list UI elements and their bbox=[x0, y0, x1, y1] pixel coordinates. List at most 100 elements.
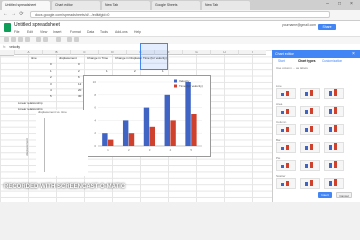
tab-start[interactable]: Start bbox=[278, 59, 285, 63]
menu-help[interactable]: Help bbox=[134, 30, 141, 34]
menu-tools[interactable]: Tools bbox=[100, 30, 108, 34]
menu-format[interactable]: Format bbox=[70, 30, 81, 34]
percent-icon[interactable] bbox=[43, 37, 48, 42]
browser-tab[interactable]: Untitled spreadsheet bbox=[2, 1, 50, 10]
table-cell[interactable]: 12 bbox=[78, 82, 81, 86]
chart-types-subtitle: Use column ... as labels bbox=[276, 66, 308, 70]
legend-label: Time (for velocity) bbox=[179, 84, 203, 88]
minimize-button[interactable]: – bbox=[323, 1, 332, 8]
table-cell[interactable]: 1 bbox=[162, 69, 164, 73]
menu-file[interactable]: File bbox=[14, 30, 19, 34]
thumbnail-mark bbox=[334, 143, 337, 150]
forward-icon[interactable]: → bbox=[10, 11, 17, 18]
tab-customization[interactable]: Customization bbox=[322, 59, 342, 63]
table-cell[interactable]: 2 bbox=[50, 75, 52, 79]
table-header-cell[interactable]: Time (for velocity) bbox=[143, 56, 170, 60]
menu-data[interactable]: Data bbox=[87, 30, 94, 34]
chart-type-thumbnail[interactable] bbox=[324, 124, 344, 135]
cancel-button[interactable]: Cancel bbox=[336, 192, 352, 198]
chart-type-thumbnail[interactable] bbox=[324, 142, 344, 153]
chart-type-thumbnail[interactable] bbox=[276, 160, 296, 171]
redo-icon[interactable] bbox=[18, 37, 23, 42]
table-header-cell[interactable]: Change in Time bbox=[87, 56, 114, 60]
chart-type-thumbnail[interactable] bbox=[300, 178, 320, 189]
account-email[interactable]: yourname@gmail.com bbox=[282, 23, 316, 27]
table-cell[interactable]: 4 bbox=[50, 88, 52, 92]
print-icon[interactable] bbox=[4, 37, 9, 42]
corner-cell[interactable] bbox=[0, 50, 14, 56]
browser-tab[interactable]: New Tab bbox=[102, 1, 150, 10]
table-cell[interactable]: 1 bbox=[106, 69, 108, 73]
font-size-icon[interactable] bbox=[56, 37, 61, 42]
share-button[interactable]: Share bbox=[318, 24, 336, 30]
thumbnail-mark bbox=[334, 125, 337, 132]
x-tick-label: 2 bbox=[128, 148, 130, 152]
address-bar[interactable]: docs.google.com/spreadsheets/d/.../edit#… bbox=[30, 11, 330, 18]
chart-type-thumbnail[interactable] bbox=[324, 106, 344, 117]
chart-type-thumbnail[interactable] bbox=[300, 142, 320, 153]
insert-button[interactable]: Insert bbox=[318, 192, 332, 198]
table-cell[interactable]: 2 bbox=[78, 69, 80, 73]
table-cell[interactable]: 5 bbox=[50, 94, 52, 98]
thumbnail-mark bbox=[281, 93, 284, 96]
table-cell[interactable]: 6 bbox=[78, 75, 80, 79]
menu-add-ons[interactable]: Add-ons bbox=[115, 30, 128, 34]
thumbnail-mark bbox=[334, 161, 337, 168]
table-header-cell[interactable]: Change in Displacement bbox=[115, 56, 142, 60]
chart-type-thumbnail[interactable] bbox=[300, 124, 320, 135]
column-header[interactable]: I bbox=[238, 50, 266, 55]
column-header[interactable]: D bbox=[98, 50, 126, 55]
table-cell[interactable]: 2 bbox=[134, 69, 136, 73]
browser-tab[interactable]: Chart editor bbox=[52, 1, 100, 10]
italic-icon[interactable] bbox=[74, 37, 79, 42]
chart-type-thumbnail[interactable] bbox=[300, 88, 320, 99]
thumbnail-mark bbox=[329, 145, 332, 150]
bold-icon[interactable] bbox=[67, 37, 72, 42]
table-header-cell[interactable]: time bbox=[31, 56, 58, 60]
reload-icon[interactable]: ⟳ bbox=[18, 11, 25, 18]
menu-edit[interactable]: Edit bbox=[27, 30, 33, 34]
table-cell[interactable]: 20 bbox=[78, 88, 81, 92]
chart-type-thumbnail[interactable] bbox=[276, 124, 296, 135]
currency-icon[interactable] bbox=[36, 37, 41, 42]
chart-type-thumbnail[interactable] bbox=[324, 178, 344, 189]
table-header-cell[interactable]: displacement bbox=[59, 56, 86, 60]
displacement-chart[interactable]: displacement vs. time displacement bbox=[25, 110, 88, 176]
paint-format-icon[interactable] bbox=[25, 37, 30, 42]
undo-icon[interactable] bbox=[11, 37, 16, 42]
note-cell[interactable]: Linear relationship bbox=[18, 101, 43, 105]
chart-type-thumbnail[interactable] bbox=[276, 88, 296, 99]
maximize-button[interactable]: □ bbox=[335, 1, 344, 8]
column-header[interactable]: B bbox=[42, 50, 70, 55]
close-panel-icon[interactable]: × bbox=[352, 51, 355, 57]
chart-type-thumbnail[interactable] bbox=[300, 106, 320, 117]
table-cell[interactable]: 30 bbox=[78, 94, 81, 98]
menu-view[interactable]: View bbox=[40, 30, 47, 34]
menu-insert[interactable]: Insert bbox=[53, 30, 61, 34]
screencast-watermark: RECORDED WITH SCREENCAST-O-MATIC bbox=[4, 184, 126, 190]
column-header[interactable]: H bbox=[210, 50, 238, 55]
chart-type-thumbnail[interactable] bbox=[324, 160, 344, 171]
chart-type-thumbnail[interactable] bbox=[324, 88, 344, 99]
table-cell[interactable]: 0 bbox=[78, 62, 80, 66]
sheets-logo-icon[interactable] bbox=[4, 23, 11, 32]
back-icon[interactable]: ← bbox=[2, 11, 9, 18]
browser-tab[interactable]: Google Sheets bbox=[152, 1, 200, 10]
thumbnail-mark bbox=[329, 163, 332, 168]
browser-tab[interactable]: New Tab bbox=[202, 1, 250, 10]
close-window-button[interactable]: × bbox=[347, 1, 356, 8]
table-cell[interactable]: 0 bbox=[50, 62, 52, 66]
table-cell[interactable]: 3 bbox=[50, 82, 52, 86]
chart-type-thumbnail[interactable] bbox=[276, 142, 296, 153]
chart-type-thumbnail[interactable] bbox=[276, 106, 296, 117]
tab-chart-types[interactable]: Chart types bbox=[298, 59, 316, 63]
document-title[interactable]: Untitled spreadsheet bbox=[14, 22, 60, 28]
column-header[interactable]: G bbox=[182, 50, 210, 55]
chart-type-thumbnail[interactable] bbox=[300, 160, 320, 171]
chart-type-thumbnail[interactable] bbox=[276, 178, 296, 189]
column-header[interactable]: A bbox=[14, 50, 42, 55]
velocity-column-chart[interactable]: 0 2 4 6 8 10 1 2 3 4 5 Velocity Time (for velocity) bbox=[83, 75, 211, 157]
column-header[interactable]: C bbox=[70, 50, 98, 55]
thumbnail-mark bbox=[329, 109, 332, 114]
table-cell[interactable]: 1 bbox=[50, 69, 52, 73]
